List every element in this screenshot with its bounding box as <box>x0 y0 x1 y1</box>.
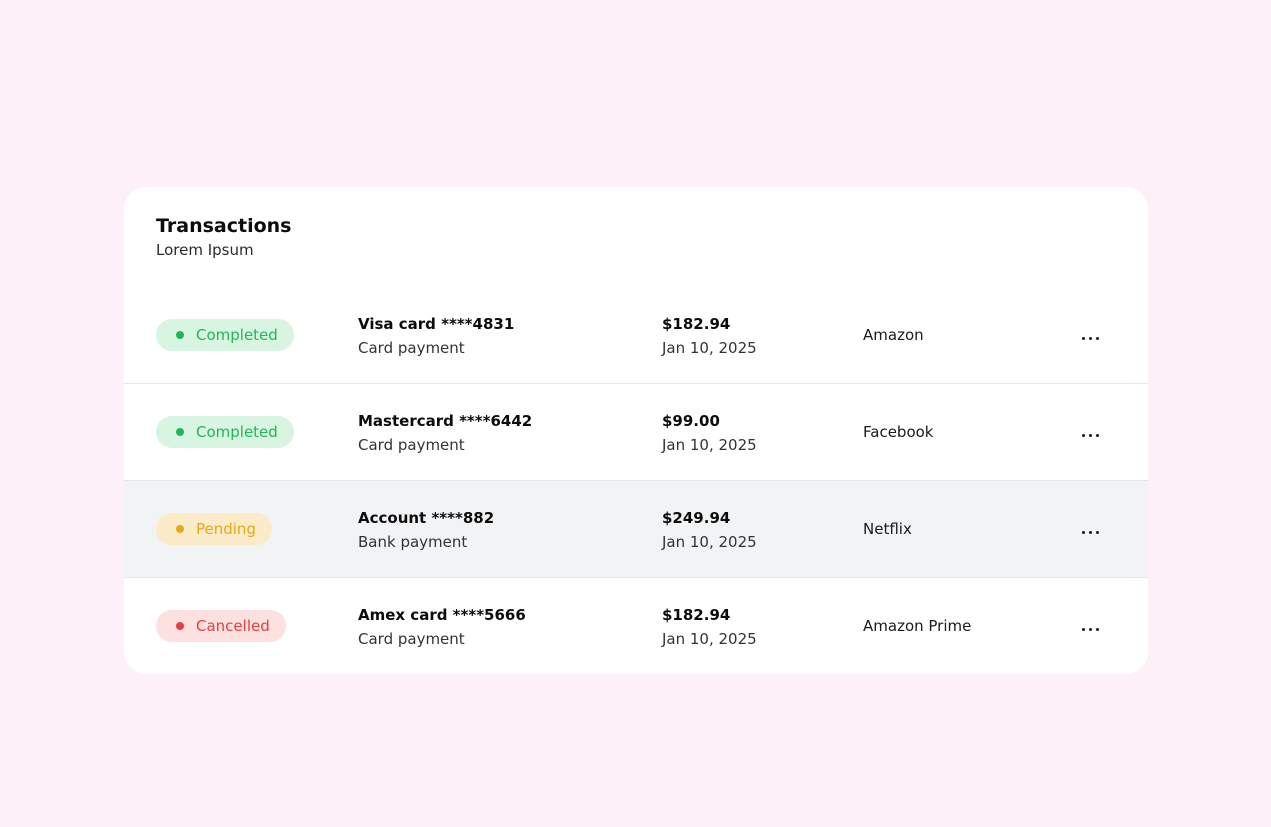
merchant-name: Amazon Prime <box>863 617 972 635</box>
payment-method-type: Card payment <box>358 630 465 648</box>
transaction-row[interactable]: Completed Mastercard ****6442 Card payme… <box>124 384 1148 481</box>
payment-method-type: Card payment <box>358 436 465 454</box>
status-badge: Cancelled <box>156 610 286 642</box>
transaction-row[interactable]: Cancelled Amex card ****5666 Card paymen… <box>124 578 1148 674</box>
amount-value: $249.94 <box>662 509 731 527</box>
transaction-row[interactable]: Pending Account ****882 Bank payment $24… <box>124 481 1148 578</box>
payment-method-name: Amex card ****5666 <box>358 606 526 624</box>
transaction-date: Jan 10, 2025 <box>662 630 757 648</box>
merchant-name: Netflix <box>863 520 912 538</box>
status-badge: Completed <box>156 319 294 351</box>
payment-method: Visa card ****4831 Card payment <box>358 313 514 359</box>
transaction-amount: $249.94 Jan 10, 2025 <box>662 507 757 553</box>
transaction-date: Jan 10, 2025 <box>662 533 757 551</box>
more-horizontal-icon <box>1082 434 1100 438</box>
status-dot-icon <box>176 622 184 630</box>
status-label: Completed <box>196 423 278 441</box>
payment-method: Amex card ****5666 Card payment <box>358 604 526 650</box>
card-subtitle: Lorem Ipsum <box>156 241 254 259</box>
payment-method-name: Visa card ****4831 <box>358 315 515 333</box>
status-badge: Completed <box>156 416 294 448</box>
payment-method: Account ****882 Bank payment <box>358 507 494 553</box>
status-badge: Pending <box>156 513 272 545</box>
amount-value: $182.94 <box>662 315 731 333</box>
more-options-button[interactable] <box>1074 420 1106 444</box>
card-title: Transactions <box>156 215 292 237</box>
card-header: Transactions Lorem Ipsum <box>156 214 291 260</box>
merchant-name: Amazon <box>863 326 924 344</box>
transaction-amount: $182.94 Jan 10, 2025 <box>662 604 757 650</box>
more-options-button[interactable] <box>1074 517 1106 541</box>
transaction-date: Jan 10, 2025 <box>662 436 757 454</box>
more-horizontal-icon <box>1082 628 1100 632</box>
merchant-name: Facebook <box>863 423 934 441</box>
payment-method-type: Card payment <box>358 339 465 357</box>
transaction-date: Jan 10, 2025 <box>662 339 757 357</box>
more-horizontal-icon <box>1082 337 1100 341</box>
payment-method: Mastercard ****6442 Card payment <box>358 410 532 456</box>
status-dot-icon <box>176 331 184 339</box>
payment-method-name: Mastercard ****6442 <box>358 412 533 430</box>
status-dot-icon <box>176 525 184 533</box>
payment-method-type: Bank payment <box>358 533 468 551</box>
status-dot-icon <box>176 428 184 436</box>
status-label: Cancelled <box>196 617 270 635</box>
amount-value: $99.00 <box>662 412 720 430</box>
transaction-amount: $99.00 Jan 10, 2025 <box>662 410 757 456</box>
transaction-amount: $182.94 Jan 10, 2025 <box>662 313 757 359</box>
more-options-button[interactable] <box>1074 323 1106 347</box>
status-label: Pending <box>196 520 256 538</box>
more-horizontal-icon <box>1082 531 1100 535</box>
transactions-list: Completed Visa card ****4831 Card paymen… <box>124 287 1148 674</box>
transactions-card: Transactions Lorem Ipsum Completed Visa … <box>124 187 1148 674</box>
payment-method-name: Account ****882 <box>358 509 495 527</box>
status-label: Completed <box>196 326 278 344</box>
transaction-row[interactable]: Completed Visa card ****4831 Card paymen… <box>124 287 1148 384</box>
amount-value: $182.94 <box>662 606 731 624</box>
more-options-button[interactable] <box>1074 614 1106 638</box>
